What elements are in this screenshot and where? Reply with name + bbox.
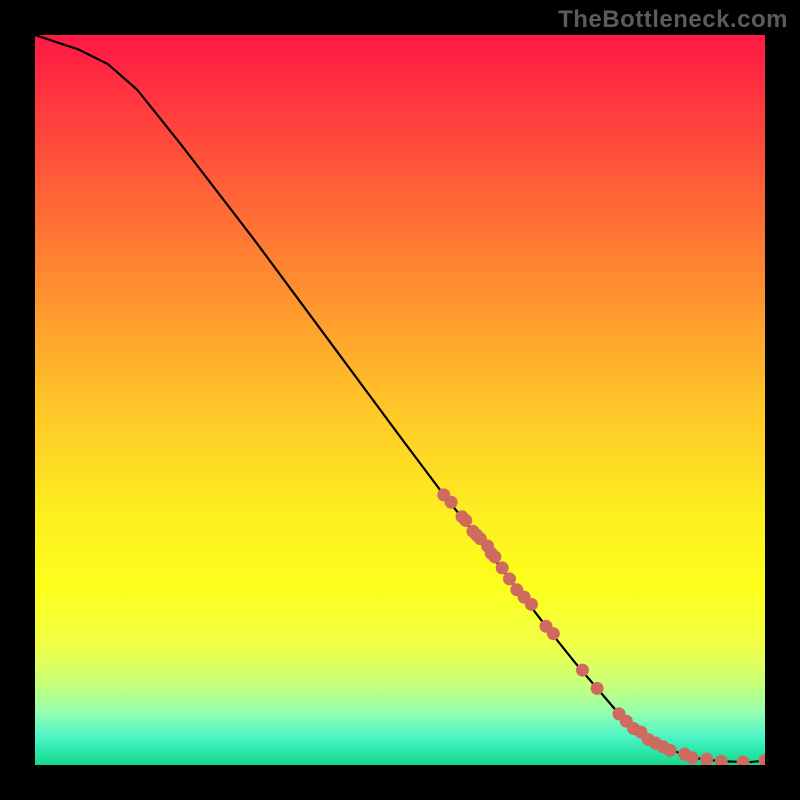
chart-area [35,35,765,765]
data-point [503,572,516,585]
chart-svg [35,35,765,765]
data-point [664,744,677,757]
data-point [459,514,472,527]
data-point [591,682,604,695]
data-point [576,664,589,677]
data-point [488,550,501,563]
scatter-points [437,488,765,765]
data-point [525,598,538,611]
data-point [445,496,458,509]
data-point [715,755,728,765]
data-point [759,754,766,765]
curve-line [35,35,765,762]
data-point [686,751,699,764]
data-point [700,753,713,765]
data-point [737,756,750,765]
data-point [547,627,560,640]
data-point [496,561,509,574]
attribution-text: TheBottleneck.com [558,6,788,34]
